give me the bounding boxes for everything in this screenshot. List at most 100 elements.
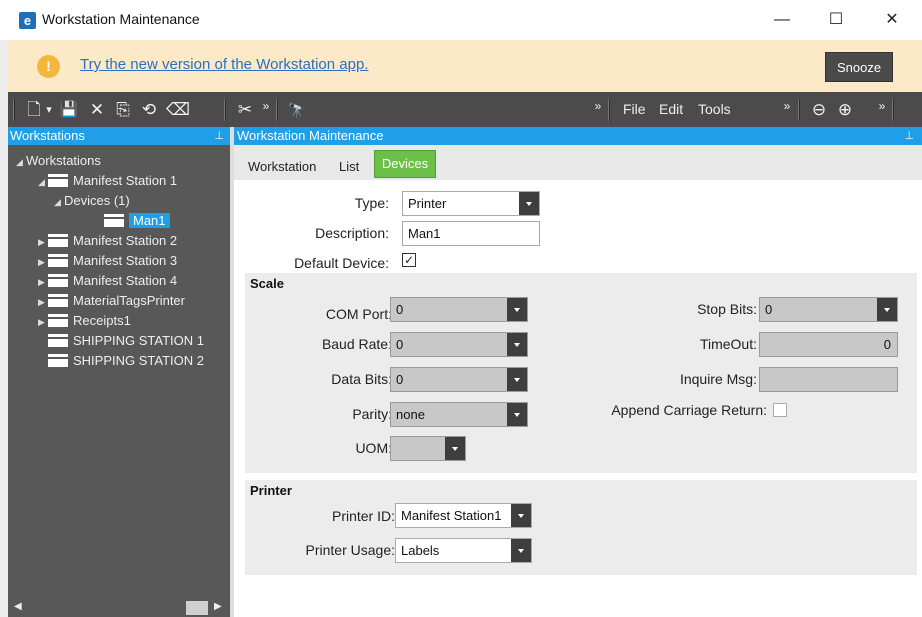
chevron-down-icon[interactable] bbox=[507, 333, 527, 356]
collapse-icon[interactable]: ◢ bbox=[54, 193, 64, 211]
inquire-msg-label: Inquire Msg: bbox=[679, 371, 757, 387]
printer-usage-select[interactable]: Labels bbox=[395, 538, 532, 563]
data-bits-select[interactable]: 0 bbox=[390, 367, 528, 392]
toolbar-overflow-icon[interactable]: » bbox=[592, 95, 604, 117]
tree-node-label: Manifest Station 3 bbox=[73, 253, 178, 268]
tree-node[interactable]: ◢ Workstations bbox=[16, 152, 101, 170]
tree-node-label: SHIPPING STATION 1 bbox=[73, 333, 204, 348]
inquire-msg-input[interactable] bbox=[759, 367, 898, 392]
pin-icon[interactable]: ⊥ bbox=[214, 127, 224, 145]
tree-node-label: SHIPPING STATION 2 bbox=[73, 353, 204, 368]
chevron-down-icon[interactable] bbox=[519, 192, 539, 215]
tab-workstation[interactable]: Workstation bbox=[248, 159, 316, 174]
new-icon[interactable]: 🗋 bbox=[24, 99, 44, 121]
forward-icon[interactable]: ⊕ bbox=[834, 99, 856, 121]
chevron-down-icon[interactable] bbox=[511, 539, 531, 562]
find-icon[interactable]: 🔭 bbox=[286, 99, 308, 121]
tree-node[interactable]: ▶ Manifest Station 4 bbox=[38, 272, 177, 290]
chevron-down-icon[interactable] bbox=[511, 504, 531, 527]
window-title: Workstation Maintenance bbox=[42, 11, 200, 27]
close-button[interactable]: ✕ bbox=[870, 8, 914, 32]
scroll-thumb[interactable] bbox=[186, 601, 208, 615]
printer-id-select[interactable]: Manifest Station1 bbox=[395, 503, 532, 528]
cut-icon[interactable]: ✂ bbox=[234, 99, 256, 121]
uom-select[interactable] bbox=[390, 436, 466, 461]
expand-icon[interactable]: ▶ bbox=[38, 233, 48, 251]
parity-label: Parity: bbox=[352, 406, 392, 422]
horizontal-scrollbar[interactable]: ◀ ▶ bbox=[8, 599, 230, 617]
default-device-checkbox[interactable]: ✓ bbox=[402, 253, 416, 267]
expand-icon[interactable]: ▶ bbox=[38, 313, 48, 331]
expand-icon[interactable]: ▶ bbox=[38, 293, 48, 311]
com-port-select[interactable]: 0 bbox=[390, 297, 528, 322]
chevron-down-icon[interactable] bbox=[507, 298, 527, 321]
copy-icon[interactable]: ⎘ bbox=[112, 99, 134, 121]
tree-node[interactable]: SHIPPING STATION 2 bbox=[38, 352, 204, 370]
tab-devices[interactable]: Devices bbox=[374, 150, 436, 178]
back-icon[interactable]: ⊖ bbox=[808, 99, 830, 121]
workstations-panel-header: Workstations ⊥ bbox=[8, 127, 230, 145]
refresh-icon[interactable]: ⟲ bbox=[138, 99, 160, 121]
toolbar-separator bbox=[608, 99, 610, 121]
toolbar: 🗋 ▾ 💾 ✕ ⎘ ⟲ ⌫ ✂ » 🔭 » File Edit Tools » … bbox=[8, 92, 922, 127]
tree-node[interactable]: ▶ Receipts1 bbox=[38, 312, 131, 330]
baud-rate-select[interactable]: 0 bbox=[390, 332, 528, 357]
maintenance-panel-title: Workstation Maintenance bbox=[237, 128, 384, 143]
tree-node-label: Receipts1 bbox=[73, 313, 131, 328]
append-cr-checkbox[interactable] bbox=[773, 403, 787, 417]
menu-edit[interactable]: Edit bbox=[659, 101, 683, 117]
timeout-label: TimeOut: bbox=[699, 336, 757, 352]
expand-icon[interactable]: ▶ bbox=[38, 273, 48, 291]
collapse-icon[interactable]: ◢ bbox=[16, 153, 26, 171]
expand-icon[interactable]: ▶ bbox=[38, 253, 48, 271]
type-select[interactable]: Printer bbox=[402, 191, 540, 216]
stop-bits-select[interactable]: 0 bbox=[759, 297, 898, 322]
chevron-down-icon[interactable] bbox=[507, 368, 527, 391]
printer-section: Printer Printer ID: Manifest Station1 Pr… bbox=[245, 480, 917, 575]
chevron-down-icon[interactable] bbox=[507, 403, 527, 426]
new-dropdown-icon[interactable]: ▾ bbox=[44, 99, 54, 121]
delete-icon[interactable]: ✕ bbox=[86, 99, 108, 121]
clear-icon[interactable]: ⌫ bbox=[166, 99, 190, 121]
parity-select[interactable]: none bbox=[390, 402, 528, 427]
description-input[interactable]: Man1 bbox=[402, 221, 540, 246]
scroll-right-icon[interactable]: ▶ bbox=[214, 601, 222, 612]
tree-node[interactable]: ▶ Manifest Station 3 bbox=[38, 252, 177, 270]
notification-bar: ! Try the new version of the Workstation… bbox=[8, 40, 922, 92]
type-value: Printer bbox=[408, 196, 447, 211]
snooze-button[interactable]: Snooze bbox=[825, 52, 893, 82]
tree-node[interactable]: ▶ MaterialTagsPrinter bbox=[38, 292, 185, 310]
folder-icon bbox=[48, 254, 68, 267]
maximize-button[interactable]: ☐ bbox=[814, 8, 858, 32]
minimize-button[interactable]: — bbox=[760, 8, 804, 32]
folder-icon bbox=[48, 274, 68, 287]
baud-rate-value: 0 bbox=[396, 337, 404, 352]
tree-node[interactable]: ◢ Devices (1) bbox=[54, 192, 130, 210]
toolbar-overflow-icon[interactable]: » bbox=[876, 95, 888, 117]
collapse-icon[interactable]: ◢ bbox=[38, 173, 48, 191]
tree-node[interactable]: Man1 bbox=[94, 212, 170, 230]
toolbar-separator bbox=[276, 99, 278, 121]
toolbar-grip bbox=[13, 99, 15, 121]
chevron-down-icon[interactable] bbox=[445, 437, 465, 460]
tree-node[interactable]: ▶ Manifest Station 2 bbox=[38, 232, 177, 250]
tree-node-label: Manifest Station 4 bbox=[73, 273, 178, 288]
pin-icon[interactable]: ⊥ bbox=[904, 127, 914, 145]
toolbar-overflow-icon[interactable]: » bbox=[781, 95, 793, 117]
com-port-value: 0 bbox=[396, 302, 404, 317]
toolbar-separator bbox=[224, 99, 226, 121]
save-icon[interactable]: 💾 bbox=[58, 99, 80, 121]
folder-icon bbox=[48, 334, 68, 347]
tab-list[interactable]: List bbox=[339, 159, 359, 174]
tree-node[interactable]: SHIPPING STATION 1 bbox=[38, 332, 204, 350]
toolbar-overflow-icon[interactable]: » bbox=[260, 95, 272, 117]
new-version-link[interactable]: Try the new version of the Workstation a… bbox=[80, 56, 368, 73]
scroll-left-icon[interactable]: ◀ bbox=[14, 601, 22, 612]
printer-id-label: Printer ID: bbox=[331, 508, 395, 524]
menu-file[interactable]: File bbox=[623, 101, 646, 117]
menu-tools[interactable]: Tools bbox=[698, 101, 731, 117]
chevron-down-icon[interactable] bbox=[877, 298, 897, 321]
default-device-label: Default Device: bbox=[294, 255, 389, 271]
tree-node[interactable]: ◢ Manifest Station 1 bbox=[38, 172, 177, 190]
timeout-input[interactable]: 0 bbox=[759, 332, 898, 357]
